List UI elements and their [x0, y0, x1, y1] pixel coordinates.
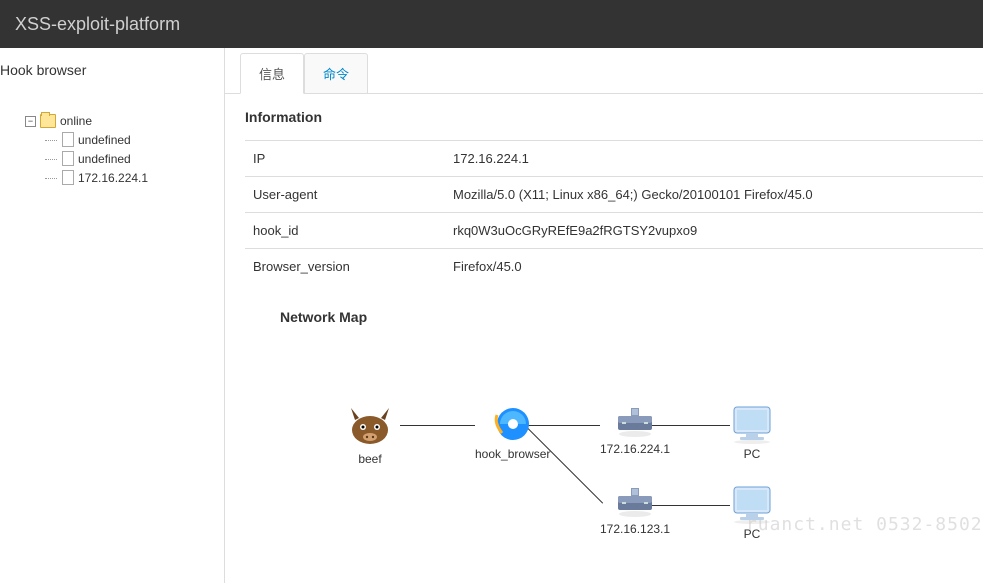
tab-info[interactable]: 信息: [240, 53, 304, 94]
node-hook-browser-label: hook_browser: [475, 447, 550, 461]
app-title: XSS-exploit-platform: [15, 14, 180, 35]
network-switch-icon: [614, 488, 656, 520]
connection-line: [400, 425, 475, 426]
info-section: Information IP 172.16.224.1 User-agent M…: [225, 94, 983, 583]
table-row: User-agent Mozilla/5.0 (X11; Linux x86_6…: [245, 177, 983, 213]
tab-info-label: 信息: [259, 67, 285, 82]
file-icon: [62, 170, 74, 185]
tree-item-label: undefined: [78, 133, 131, 147]
node-switch-2-label: 172.16.123.1: [600, 522, 670, 536]
node-beef-label: beef: [358, 452, 381, 466]
main-container: Hook browser − online undefined undefine…: [0, 48, 983, 583]
info-value-ua: Mozilla/5.0 (X11; Linux x86_64;) Gecko/2…: [445, 177, 983, 213]
info-value-hookid: rkq0W3uOcGRyREfE9a2fRGTSY2vupxo9: [445, 213, 983, 249]
tree-root-label: online: [60, 114, 92, 128]
sidebar-title: Hook browser: [0, 48, 224, 92]
tree-item-undefined-2[interactable]: undefined: [45, 149, 224, 168]
ie-browser-icon: [492, 403, 534, 445]
node-pc-1-label: PC: [744, 447, 761, 461]
content-area: 信息 命令 Information IP 172.16.224.1 User-a…: [225, 48, 983, 583]
info-key-ua: User-agent: [245, 177, 445, 213]
node-pc-1[interactable]: PC: [730, 405, 774, 461]
file-icon: [62, 151, 74, 166]
info-value-browser: Firefox/45.0: [445, 249, 983, 285]
beef-icon: [345, 400, 395, 450]
file-icon: [62, 132, 74, 147]
tab-command-label: 命令: [323, 67, 349, 82]
tab-bar: 信息 命令: [225, 53, 983, 94]
table-row: Browser_version Firefox/45.0: [245, 249, 983, 285]
tree-children: undefined undefined 172.16.224.1: [25, 130, 224, 187]
watermark-text: ruanct.net 0532-85025005: [746, 514, 983, 535]
table-row: IP 172.16.224.1: [245, 141, 983, 177]
tab-command[interactable]: 命令: [304, 53, 368, 93]
tree-item-label: undefined: [78, 152, 131, 166]
node-switch-1[interactable]: 172.16.224.1: [600, 408, 670, 456]
network-switch-icon: [614, 408, 656, 440]
tree-item-undefined-1[interactable]: undefined: [45, 130, 224, 149]
info-table: IP 172.16.224.1 User-agent Mozilla/5.0 (…: [245, 140, 983, 284]
node-switch-2[interactable]: 172.16.123.1: [600, 488, 670, 536]
table-row: hook_id rkq0W3uOcGRyREfE9a2fRGTSY2vupxo9: [245, 213, 983, 249]
app-header: XSS-exploit-platform: [0, 0, 983, 48]
tree-root-online[interactable]: − online: [25, 112, 224, 130]
network-map: beef hook_browser: [345, 375, 983, 583]
info-value-ip: 172.16.224.1: [445, 141, 983, 177]
tree-item-ip[interactable]: 172.16.224.1: [45, 168, 224, 187]
node-beef[interactable]: beef: [345, 400, 395, 466]
tree-view: − online undefined undefined 172.16.224.…: [0, 92, 224, 187]
info-key-ip: IP: [245, 141, 445, 177]
info-key-browser: Browser_version: [245, 249, 445, 285]
node-hook-browser[interactable]: hook_browser: [475, 403, 550, 461]
collapse-icon[interactable]: −: [25, 116, 36, 127]
info-key-hookid: hook_id: [245, 213, 445, 249]
info-title: Information: [245, 109, 983, 135]
network-map-title: Network Map: [245, 284, 983, 325]
pc-monitor-icon: [730, 405, 774, 445]
folder-icon: [40, 114, 56, 128]
tree-item-label: 172.16.224.1: [78, 171, 148, 185]
sidebar: Hook browser − online undefined undefine…: [0, 48, 225, 583]
node-switch-1-label: 172.16.224.1: [600, 442, 670, 456]
